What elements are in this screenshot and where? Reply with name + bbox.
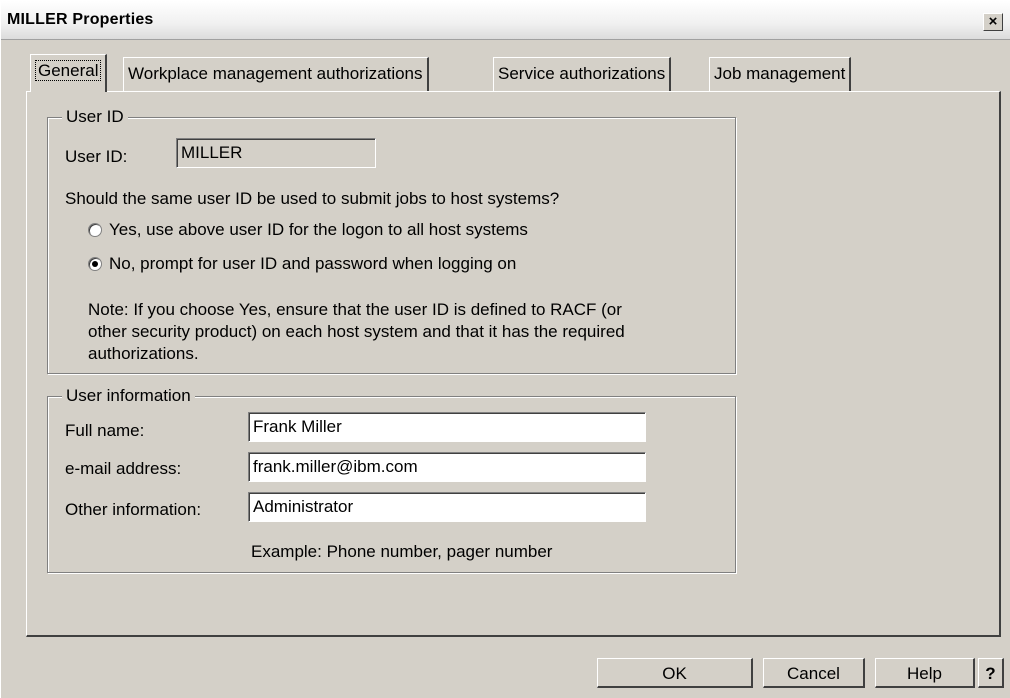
- other-information-label: Other information:: [65, 500, 202, 519]
- note-line-2: other security product) on each host sys…: [88, 322, 625, 341]
- group-legend: User ID: [62, 107, 128, 127]
- whats-this-help-button[interactable]: ?: [978, 658, 1004, 688]
- tab-label: Workplace management authorizations: [128, 64, 423, 83]
- properties-window: MILLER Properties × General Workplace ma…: [0, 0, 1010, 698]
- tab-job-management[interactable]: Job management: [709, 57, 852, 91]
- email-field[interactable]: frank.miller@ibm.com: [248, 452, 646, 482]
- tab-label: Job management: [714, 64, 846, 83]
- note-line-1: Note: If you choose Yes, ensure that the…: [88, 300, 622, 319]
- full-name-field[interactable]: Frank Miller: [248, 412, 646, 442]
- user-id-field: MILLER: [176, 138, 376, 168]
- tab-service-authorizations[interactable]: Service authorizations: [493, 57, 672, 91]
- title-bar[interactable]: MILLER Properties ×: [1, 1, 1010, 40]
- close-icon: ×: [988, 13, 998, 30]
- tab-label: Service authorizations: [498, 64, 666, 83]
- help-button[interactable]: Help: [875, 658, 975, 688]
- ok-button[interactable]: OK: [597, 658, 753, 688]
- window-title: MILLER Properties: [7, 11, 154, 28]
- radio-selected-dot: [92, 261, 98, 267]
- radio-no-prompt[interactable]: [88, 257, 102, 271]
- user-id-label: User ID:: [65, 147, 128, 166]
- close-button[interactable]: ×: [983, 13, 1003, 31]
- group-legend: User information: [62, 386, 195, 406]
- example-hint: Example: Phone number, pager number: [251, 542, 553, 561]
- tab-general[interactable]: General: [30, 54, 108, 92]
- email-label: e-mail address:: [65, 459, 182, 478]
- radio-yes-same-user-id[interactable]: [88, 223, 102, 237]
- tab-label: General: [35, 60, 102, 81]
- radio-yes-label[interactable]: Yes, use above user ID for the logon to …: [109, 220, 528, 240]
- cancel-button[interactable]: Cancel: [763, 658, 865, 688]
- note-line-3: authorizations.: [88, 344, 199, 363]
- full-name-label: Full name:: [65, 421, 145, 440]
- submit-jobs-question: Should the same user ID be used to submi…: [65, 189, 560, 208]
- tab-workplace-management-authorizations[interactable]: Workplace management authorizations: [123, 57, 429, 91]
- radio-no-label[interactable]: No, prompt for user ID and password when…: [109, 254, 516, 274]
- other-information-field[interactable]: Administrator: [248, 492, 646, 522]
- question-mark-icon: ?: [985, 664, 996, 683]
